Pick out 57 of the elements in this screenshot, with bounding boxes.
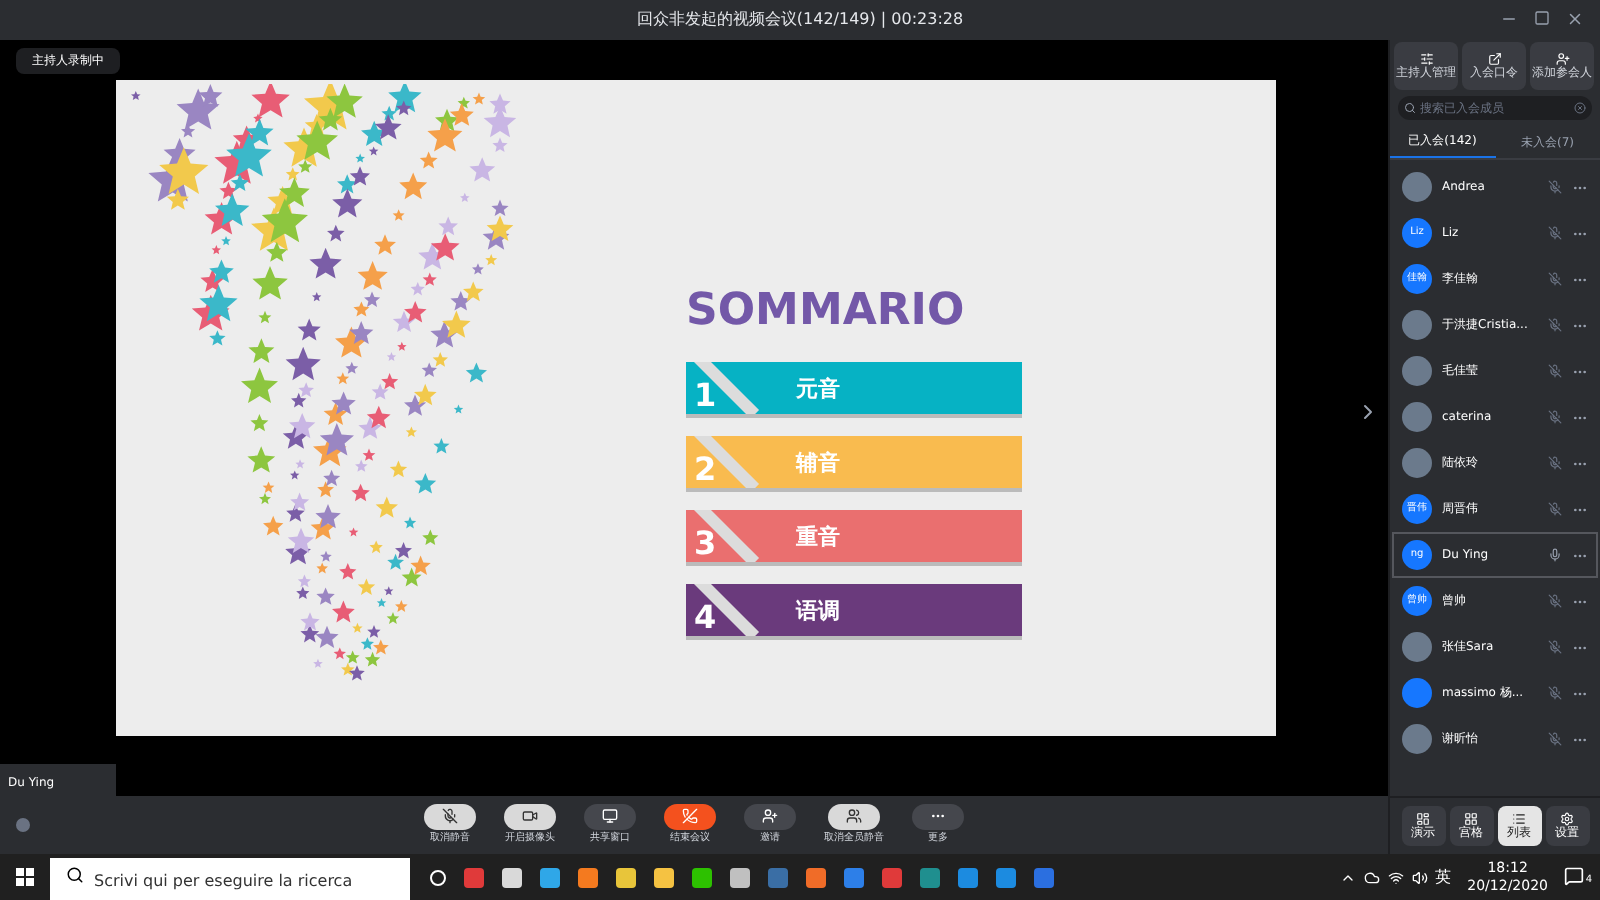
- mic-off-icon[interactable]: [1548, 318, 1562, 332]
- person-add-icon: [762, 808, 778, 825]
- search-icon: [1404, 102, 1416, 114]
- share-icon: [1487, 52, 1501, 66]
- volume-icon[interactable]: [1411, 869, 1428, 885]
- camera-icon: [522, 808, 538, 825]
- grid-icon: [1464, 812, 1478, 826]
- agenda-number: 2: [692, 454, 717, 488]
- cloud-icon[interactable]: [1363, 869, 1380, 885]
- agenda-label: 元音: [796, 374, 840, 406]
- monitor-icon: [602, 808, 618, 825]
- mic-off-icon[interactable]: [1548, 180, 1562, 194]
- sliders-icon: [1419, 52, 1433, 66]
- mic-off-icon[interactable]: [1548, 410, 1562, 424]
- person-add-icon: [1555, 52, 1569, 66]
- wifi-icon[interactable]: [1387, 869, 1404, 885]
- language-indicator[interactable]: 英: [1435, 865, 1452, 889]
- clear-icon[interactable]: [1574, 102, 1586, 114]
- mic-icon[interactable]: [1548, 548, 1562, 562]
- avatar-photo: [1402, 448, 1432, 478]
- agenda-label: 语调: [796, 596, 840, 628]
- message-icon: [1564, 865, 1584, 885]
- mic-off-icon[interactable]: [1548, 364, 1562, 378]
- agenda-label: 重音: [796, 522, 840, 554]
- phone-icon: [682, 808, 698, 825]
- avatar-photo: [1402, 356, 1432, 386]
- search-icon: [66, 865, 84, 883]
- mic-off-icon[interactable]: [1548, 226, 1562, 240]
- mic-off-icon[interactable]: [1548, 732, 1562, 746]
- layout-icon: [1416, 812, 1430, 826]
- close-icon[interactable]: [1566, 10, 1584, 28]
- mic-off-icon[interactable]: [1548, 272, 1562, 286]
- agenda-number: 1: [692, 380, 717, 414]
- app-logo-icon: [16, 818, 30, 832]
- agenda-label: 辅音: [796, 448, 840, 480]
- slide-title: SOMMARIO: [686, 290, 967, 334]
- mic-off-icon: [442, 808, 458, 825]
- people-icon: [846, 808, 862, 825]
- avatar-photo: [1402, 724, 1432, 754]
- avatar-photo: [1402, 172, 1432, 202]
- maximize-icon[interactable]: [1534, 10, 1550, 26]
- mic-off-icon[interactable]: [1548, 456, 1562, 470]
- avatar-photo: [1402, 632, 1432, 662]
- agenda-number: 3: [692, 528, 717, 562]
- settings-icon: [1560, 812, 1574, 826]
- mic-off-icon[interactable]: [1548, 686, 1562, 700]
- avatar-photo: [1402, 402, 1432, 432]
- mic-off-icon[interactable]: [1548, 502, 1562, 516]
- window-title: 回众非发起的视频会议(142/149) | 00:23:28: [636, 8, 964, 32]
- agenda-number: 4: [692, 602, 717, 636]
- avatar-photo: [1402, 310, 1432, 340]
- avatar: [1402, 678, 1432, 708]
- windows-start-icon[interactable]: [16, 868, 34, 886]
- taskbar-search-field[interactable]: Scrivi qui per eseguire la ricerca: [50, 857, 410, 900]
- mic-off-icon[interactable]: [1548, 594, 1562, 608]
- list-icon: [1512, 812, 1526, 826]
- mic-off-icon[interactable]: [1548, 640, 1562, 654]
